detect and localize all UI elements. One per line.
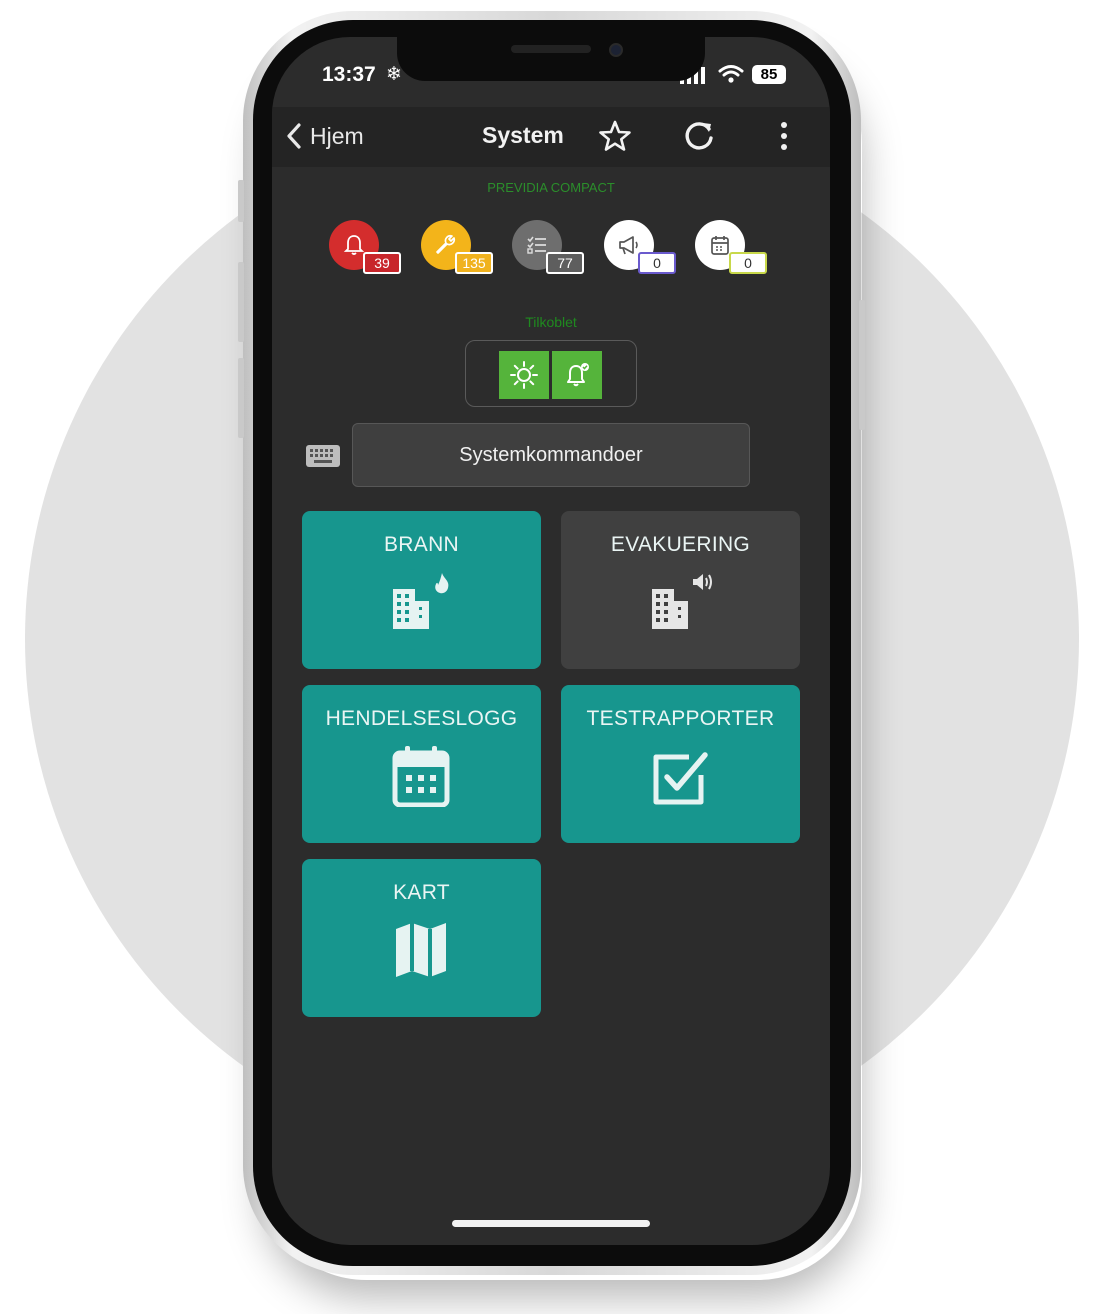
alarm-count-badge: 39 bbox=[363, 252, 401, 274]
battery-indicator: 85 bbox=[752, 65, 786, 84]
disablement-counter[interactable]: 77 bbox=[512, 220, 592, 282]
connection-status-panel bbox=[465, 340, 637, 407]
tile-testrapporter[interactable]: TESTRAPPORTER bbox=[561, 685, 800, 843]
building-fire-icon bbox=[393, 573, 449, 629]
tile-evakuering-label: EVAKUERING bbox=[610, 533, 751, 556]
evacuation-counter[interactable]: 0 bbox=[604, 220, 684, 282]
alarm-enabled-button[interactable] bbox=[552, 351, 602, 399]
connection-status-label: Tilkoblet bbox=[525, 314, 577, 330]
more-vertical-icon[interactable] bbox=[774, 119, 794, 153]
tile-evakuering[interactable]: EVAKUERING bbox=[561, 511, 800, 669]
navigation-bar: Hjem System bbox=[272, 107, 830, 167]
tile-hendelseslogg[interactable]: HENDELSESLOGG bbox=[302, 685, 541, 843]
back-button[interactable]: Hjem bbox=[286, 121, 364, 151]
day-mode-button[interactable] bbox=[499, 351, 549, 399]
tile-kart-label: KART bbox=[393, 881, 450, 904]
checkbox-icon bbox=[653, 752, 708, 805]
system-name: PREVIDIA COMPACT bbox=[487, 180, 615, 195]
tile-kart[interactable]: KART bbox=[302, 859, 541, 1017]
tile-brann[interactable]: BRANN bbox=[302, 511, 541, 669]
volume-down-button bbox=[238, 358, 244, 438]
keyboard-icon bbox=[306, 445, 340, 467]
star-icon[interactable] bbox=[598, 119, 632, 153]
evacuation-count-badge: 0 bbox=[638, 252, 676, 274]
wifi-icon bbox=[718, 65, 744, 83]
refresh-icon[interactable] bbox=[682, 119, 716, 153]
tile-brann-label: BRANN bbox=[383, 533, 459, 556]
volume-up-button bbox=[238, 262, 244, 342]
calendar-icon bbox=[392, 746, 450, 807]
front-camera bbox=[609, 43, 623, 57]
fault-counter[interactable]: 135 bbox=[421, 220, 501, 282]
sun-icon bbox=[510, 361, 538, 389]
home-indicator[interactable] bbox=[452, 1220, 650, 1227]
tile-testrapporter-label: TESTRAPPORTER bbox=[586, 707, 775, 730]
disablement-count-badge: 77 bbox=[546, 252, 584, 274]
phone-screen: 13:37 ❄ 85 Hjem System PREVIDIA COMPACT … bbox=[272, 37, 830, 1245]
mute-switch bbox=[238, 180, 244, 222]
earpiece-speaker bbox=[511, 45, 591, 53]
chevron-left-icon bbox=[287, 123, 301, 149]
test-count-badge: 0 bbox=[729, 252, 767, 274]
alarm-counter[interactable]: 39 bbox=[329, 220, 409, 282]
page-title: System bbox=[482, 122, 564, 148]
back-label: Hjem bbox=[310, 122, 364, 149]
map-icon bbox=[396, 923, 446, 977]
tile-hendelseslogg-label: HENDELSESLOGG bbox=[325, 707, 518, 730]
building-speaker-icon bbox=[652, 574, 712, 629]
bell-check-icon bbox=[567, 363, 589, 387]
power-button bbox=[859, 300, 865, 430]
test-counter[interactable]: 0 bbox=[695, 220, 775, 282]
system-commands-button[interactable]: Systemkommandoer bbox=[352, 423, 750, 487]
status-time: 13:37 bbox=[322, 63, 376, 86]
notch bbox=[397, 37, 705, 81]
fault-count-badge: 135 bbox=[455, 252, 493, 274]
